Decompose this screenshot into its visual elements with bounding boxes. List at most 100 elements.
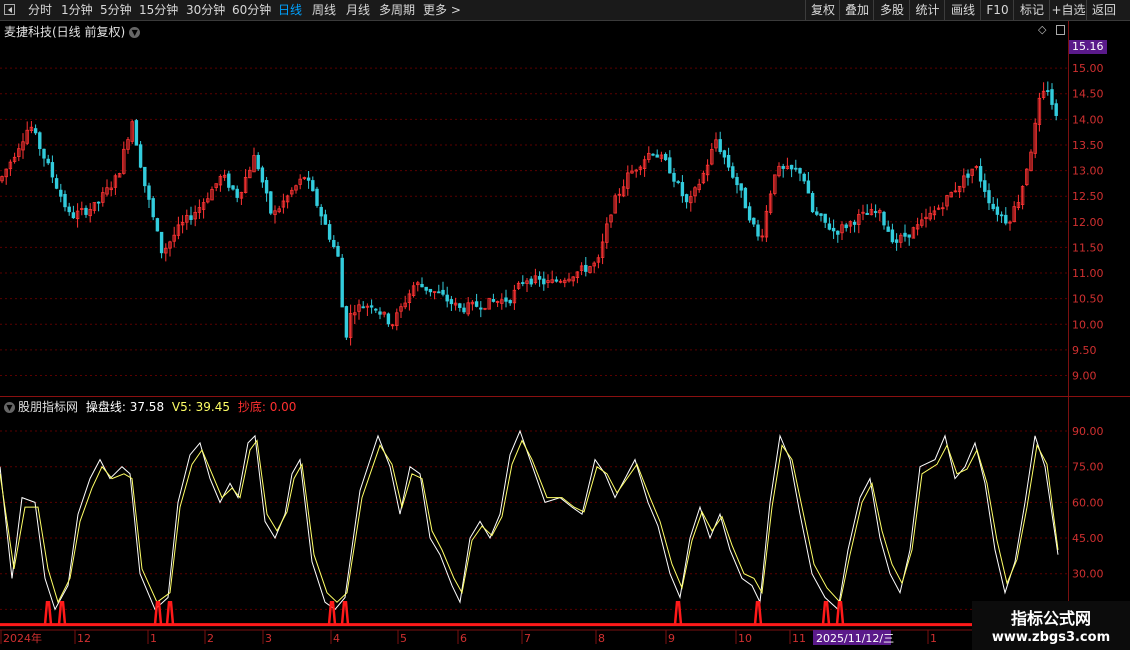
signal-spike [43,600,53,625]
price-tick-label: 14.00 [1072,113,1104,126]
candle-body [327,224,332,240]
candle-body [983,180,987,192]
candle-body [815,211,819,215]
candle-body [966,173,970,178]
candle-body [752,217,756,225]
candle-body [361,306,365,309]
price-tick-label: 12.00 [1072,216,1104,229]
candle-body [680,182,685,197]
indicator-tick-label: 60.00 [1072,496,1104,509]
candle-body [668,157,672,174]
candle-body [844,224,848,229]
time-axis-label: 8 [598,632,605,645]
watermark-title: 指标公式网 [1010,609,1091,628]
price-panel-title[interactable]: 麦捷科技(日线 前复权) ▼ [4,23,141,40]
candle-body [781,166,785,169]
candle-body [819,213,823,216]
candle-body [33,128,38,134]
signal-spike [327,600,337,625]
candle-body [71,212,76,219]
candle-body [1050,89,1054,105]
candle-body [802,173,806,182]
panel-divider[interactable] [0,396,1130,397]
candle-body [651,153,655,156]
candle-body [722,150,727,158]
candle-body [894,239,899,243]
candle-body [151,198,155,218]
candle-body [84,207,88,215]
candle-body [798,168,802,174]
signal-spike [165,600,175,625]
signal-spike [835,600,845,625]
candle-body [999,214,1004,217]
signal-spike [753,600,763,625]
cursor-date-label: 2025/11/12/三 [816,632,894,645]
time-axis-label: 7 [524,632,531,645]
candle-body [676,181,680,183]
chevron-down-icon[interactable]: ▼ [4,402,15,413]
time-axis-label: 5 [400,632,407,645]
line1-label: 操盘线: [85,400,126,414]
stock-title: 麦捷科技(日线 前复权) [4,25,126,39]
candle-body [873,211,878,213]
price-tick-label: 10.00 [1072,318,1104,331]
candle-body [227,173,231,188]
candle-body [269,191,273,214]
candle-body [462,307,466,313]
watermark-url: www.zbgs3.com [991,630,1111,645]
window-icon[interactable] [1055,25,1065,35]
candle-body [374,308,378,311]
candle-body [882,211,886,226]
candle-body [1046,90,1050,92]
time-axis-label: 1 [930,632,937,645]
candle-body [584,264,588,272]
candle-body [54,178,59,189]
candle-body [63,194,67,208]
candle-body [1004,214,1008,224]
candle-body [50,162,55,178]
candle-body [420,283,424,288]
signal-spike [57,600,67,625]
time-axis-label: 1 [150,632,157,645]
candle-body [865,212,869,215]
candle-body [315,188,319,206]
candle-body [235,188,239,198]
line1-value: 37.58 [129,400,165,414]
candle-body [810,193,815,213]
time-axis-label: 6 [460,632,467,645]
price-tick-label: 10.50 [1072,293,1104,306]
time-axis-label: 3 [265,632,272,645]
candle-body [1054,103,1058,116]
signal-spike [153,600,163,625]
price-tick-label: 9.00 [1072,370,1097,383]
candle-body [155,218,160,232]
candle-body [542,278,546,285]
diamond-icon[interactable]: ◇ [1038,23,1046,36]
line3-label: 抄底: [237,400,266,414]
candle-body [386,313,391,325]
candle-body [491,299,496,302]
chevron-down-icon[interactable]: ▼ [129,27,141,38]
price-tick-label: 11.50 [1072,241,1104,254]
candle-body [378,311,382,315]
candle-body [332,239,336,248]
candle-body [38,132,42,150]
indicator-legend[interactable]: ▼ 股朋指标网 操盘线: 37.58 V5: 39.45 抄底: 0.00 [4,398,296,415]
indicator-name: 股朋指标网 [18,400,79,414]
panel-tools: ◇ [1038,23,1065,36]
candle-body [529,278,533,285]
time-axis-label: 11 [792,632,806,645]
time-axis-label: 9 [668,632,675,645]
candle-body [336,245,340,257]
candle-body [890,229,895,243]
candle-body [987,190,991,204]
stock-chart[interactable]: 15.00 14.50 14.00 13.50 13.00 12.50 12.00 11.50… [0,0,1130,650]
line2-label: V5: [171,400,192,414]
price-tick-label: 13.00 [1072,165,1104,178]
candle-body [260,167,265,183]
candle-body [831,227,836,232]
candle-body [827,223,832,230]
candle-body [424,286,428,291]
watermark: 指标公式网 www.zbgs3.com [972,601,1130,650]
signal-spike [340,600,350,625]
